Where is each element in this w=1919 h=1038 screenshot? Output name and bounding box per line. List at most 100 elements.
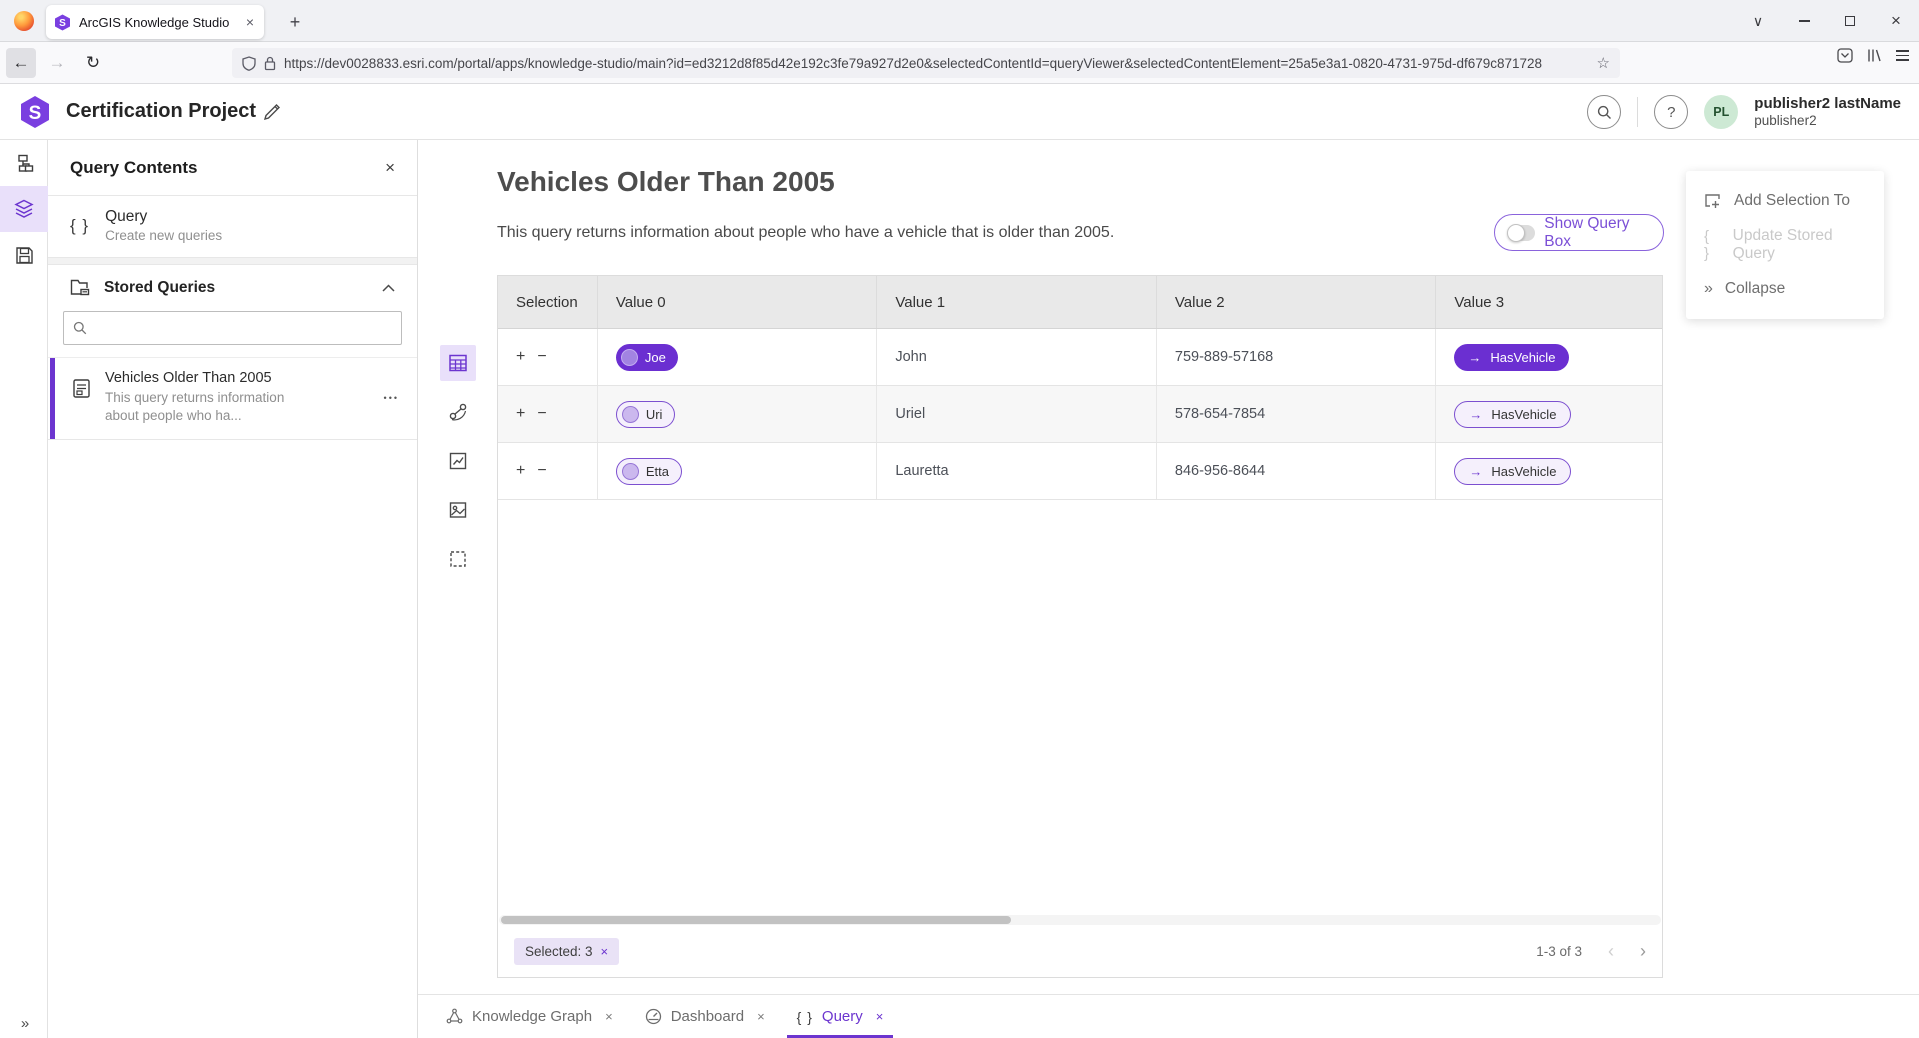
expand-rail-icon[interactable]: » (0, 1015, 48, 1032)
app-favicon-icon: S (54, 14, 71, 31)
add-to-selection-button[interactable]: + (516, 348, 525, 366)
layers-icon[interactable] (0, 186, 48, 232)
navbar-right-icons (1837, 48, 1909, 63)
entity-icon (621, 349, 638, 366)
browser-navbar: ← → ↻ https://dev0028833.esri.com/portal… (0, 42, 1919, 84)
panel-close-icon[interactable]: × (385, 158, 395, 178)
new-tab-button[interactable]: + (282, 9, 308, 35)
relationship-pill[interactable]: →HasVehicle (1454, 401, 1571, 428)
bookmark-star-icon[interactable]: ☆ (1597, 54, 1610, 72)
relationship-pill[interactable]: →HasVehicle (1454, 458, 1571, 485)
user-info[interactable]: publisher2 lastName publisher2 (1754, 95, 1901, 129)
add-to-selection-button[interactable]: + (516, 462, 525, 480)
url-bar[interactable]: https://dev0028833.esri.com/portal/apps/… (232, 48, 1620, 78)
column-header[interactable]: Selection (498, 276, 598, 328)
remove-from-selection-button[interactable]: − (537, 348, 546, 366)
tab-query[interactable]: { } Query × (781, 995, 900, 1038)
view-toolbar (440, 345, 476, 577)
tracking-shield-icon[interactable] (242, 56, 256, 71)
query-item[interactable]: { } Query Create new queries (48, 196, 417, 258)
table-view-icon[interactable] (440, 345, 476, 381)
edit-pencil-icon[interactable] (262, 102, 282, 122)
avatar[interactable]: PL (1704, 95, 1738, 129)
remove-from-selection-button[interactable]: − (537, 462, 546, 480)
table-empty-area (498, 500, 1662, 915)
close-button[interactable]: × (1873, 0, 1919, 42)
menu-item-add-selection-to[interactable]: Add Selection To (1686, 179, 1884, 223)
map-view-icon[interactable] (440, 492, 476, 528)
toggle-switch[interactable] (1508, 225, 1535, 241)
window-controls: ∨ × (1735, 0, 1919, 42)
stored-query-item[interactable]: Vehicles Older Than 2005 This query retu… (48, 357, 417, 440)
menu-item-collapse[interactable]: » Collapse (1686, 267, 1884, 311)
entity-pill[interactable]: Joe (616, 344, 678, 371)
clear-selection-icon[interactable]: × (601, 944, 609, 959)
back-button[interactable]: ← (6, 48, 36, 78)
lock-icon[interactable] (264, 56, 276, 71)
chart-view-icon[interactable] (440, 443, 476, 479)
tab-close-icon[interactable]: × (757, 1009, 765, 1024)
list-tabs-icon[interactable]: ∨ (1735, 0, 1781, 42)
selected-count-label: Selected: 3 (525, 944, 593, 959)
query-contents-panel: Query Contents × { } Query Create new qu… (48, 140, 418, 1038)
search-button[interactable] (1587, 95, 1621, 129)
svg-text:S: S (59, 18, 66, 29)
reload-button[interactable]: ↻ (78, 48, 108, 78)
entity-pill[interactable]: Etta (616, 458, 682, 485)
tab-dashboard[interactable]: Dashboard × (629, 995, 781, 1038)
remove-from-selection-button[interactable]: − (537, 405, 546, 423)
tab-knowledge-graph[interactable]: Knowledge Graph × (430, 995, 629, 1038)
data-model-icon[interactable] (0, 140, 48, 186)
library-icon[interactable] (1867, 48, 1882, 63)
horizontal-scrollbar[interactable] (499, 915, 1661, 925)
help-button[interactable]: ? (1654, 95, 1688, 129)
braces-icon: { } (1704, 228, 1720, 262)
browser-tab[interactable]: S ArcGIS Knowledge Studio × (46, 5, 264, 39)
table-header: Selection Value 0 Value 1 Value 2 Value … (498, 276, 1662, 329)
save-icon[interactable] (0, 232, 48, 278)
add-to-selection-button[interactable]: + (516, 405, 525, 423)
url-text: https://dev0028833.esri.com/portal/apps/… (284, 56, 1589, 71)
selected-count-badge[interactable]: Selected: 3 × (514, 938, 619, 965)
tab-close-icon[interactable]: × (876, 1009, 884, 1024)
column-header[interactable]: Value 1 (877, 276, 1157, 328)
browser-titlebar: S ArcGIS Knowledge Studio × + ∨ × (0, 0, 1919, 42)
cell-value: Lauretta (877, 443, 1157, 499)
link-chart-view-icon[interactable] (440, 394, 476, 430)
next-page-button[interactable]: › (1640, 941, 1646, 962)
maximize-button[interactable] (1827, 0, 1873, 42)
tab-close-icon[interactable]: × (244, 14, 256, 30)
braces-icon: { } (797, 1009, 813, 1025)
pocket-save-icon[interactable] (1837, 48, 1853, 63)
selection-view-icon[interactable] (440, 541, 476, 577)
query-item-title: Query (105, 208, 222, 226)
stored-queries-header[interactable]: Stored Queries (48, 265, 417, 307)
table-row: +− Uri Uriel 578-654-7854 →HasVehicle (498, 386, 1662, 443)
column-header[interactable]: Value 2 (1157, 276, 1437, 328)
user-role: publisher2 (1754, 113, 1901, 129)
entity-pill[interactable]: Uri (616, 401, 676, 428)
user-name: publisher2 lastName (1754, 95, 1901, 113)
tab-close-icon[interactable]: × (605, 1009, 613, 1024)
item-options-icon[interactable]: ••• (384, 393, 399, 403)
tab-title: ArcGIS Knowledge Studio (79, 15, 236, 30)
scrollbar-thumb[interactable] (501, 916, 1011, 924)
firefox-icon[interactable] (14, 11, 34, 31)
stored-query-title: Vehicles Older Than 2005 (105, 370, 305, 386)
double-chevron-icon: » (1704, 280, 1712, 298)
stored-queries-search[interactable] (63, 311, 402, 345)
page-info: 1-3 of 3 (1536, 944, 1582, 959)
search-input[interactable] (95, 321, 392, 336)
entity-icon (622, 463, 639, 480)
relationship-pill[interactable]: →HasVehicle (1454, 344, 1569, 371)
show-query-box-toggle[interactable]: Show Query Box (1494, 214, 1664, 251)
column-header[interactable]: Value 0 (598, 276, 878, 328)
forward-button[interactable]: → (42, 48, 72, 78)
menu-icon[interactable] (1896, 50, 1909, 61)
column-header[interactable]: Value 3 (1436, 276, 1662, 328)
query-title: Vehicles Older Than 2005 (497, 166, 835, 198)
minimize-button[interactable] (1781, 0, 1827, 42)
braces-icon: { } (70, 216, 89, 236)
results-table: Selection Value 0 Value 1 Value 2 Value … (497, 275, 1663, 978)
previous-page-button[interactable]: ‹ (1608, 941, 1614, 962)
